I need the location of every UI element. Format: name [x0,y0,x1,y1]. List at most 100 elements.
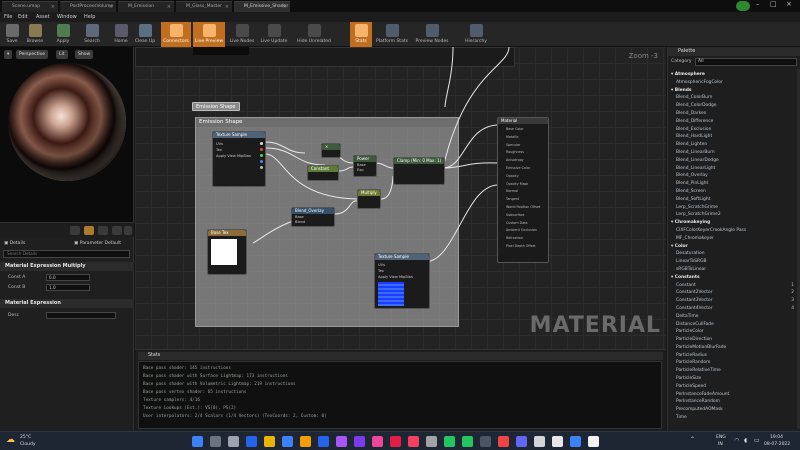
search-button[interactable]: Search [80,22,104,47]
close-icon[interactable]: × [109,4,113,10]
chrome-icon[interactable] [300,436,311,447]
palette-item[interactable]: Blend_Screen [668,188,798,196]
close-window-icon[interactable]: × [786,0,792,8]
material-result-node[interactable]: Material Base Color Metallic Specular Ro… [497,117,549,263]
section-material-expression[interactable]: Material Expression [0,299,134,308]
browse-button[interactable]: Browse [24,22,46,47]
stats-button[interactable]: Stats [350,22,372,47]
edge-icon[interactable] [246,436,257,447]
palette-item[interactable]: Constant 1 [668,282,798,290]
palette-item[interactable]: ParticleDirection [668,336,798,344]
palette-item[interactable]: Blend_PinLight [668,180,798,188]
preview-nodes-button[interactable]: Preview Nodes [414,22,450,47]
premiere-icon[interactable] [336,436,347,447]
palette-item[interactable]: PerInstanceFadeAmount [668,391,798,399]
app-icon-4[interactable] [480,436,491,447]
editor-tab[interactable]: M_Emission × [118,1,174,12]
texture-sample-node-2[interactable]: Texture Sample UVs Tex Apply View MipBia… [374,253,430,309]
close-icon[interactable]: × [167,4,171,10]
palette-item[interactable]: Constant2Vector 2 [668,289,798,297]
palette-category[interactable]: ▾ Blends [668,87,798,95]
teapot-icon[interactable] [124,226,132,235]
language-indicator[interactable]: ENG [716,435,726,440]
palette-item[interactable]: PrecomputedAOMask [668,406,798,414]
palette-item[interactable]: Blend_Exclusion [668,126,798,134]
constant-node[interactable]: Constant [307,165,339,181]
output-pin-g[interactable] [260,154,263,157]
file-explorer-icon[interactable] [264,436,275,447]
region-indicator[interactable]: IN [718,442,723,447]
palette-category[interactable]: ▾ Atmosphere [668,71,798,79]
tray-chevron-icon[interactable]: ⌃ [690,436,695,443]
palette-item[interactable]: AtmosphericFogColor [668,79,798,87]
palette-item[interactable]: sRGBToLinear [668,266,798,274]
show-button[interactable]: Show [75,50,94,59]
editor-tab[interactable]: Scene.umap × [2,1,58,12]
weather-temp[interactable]: 25°C [20,435,31,440]
output-pin-b[interactable] [260,160,263,163]
multiply-node-2[interactable]: Multiply [357,189,381,209]
unreal-icon[interactable] [552,436,563,447]
cube-icon[interactable] [112,226,122,235]
const-b-field[interactable]: 1.0 [46,284,90,291]
stats-tab[interactable]: Stats [138,352,663,360]
clamp-node[interactable]: Clamp (Min: 0 Max: 1) [393,157,445,185]
cylinder-icon[interactable] [70,226,80,235]
close-icon[interactable]: × [51,4,55,10]
palette-item[interactable]: Blend_LinearBurn [668,149,798,157]
hide-unrelated-button[interactable]: Hide Unrelated [292,22,336,47]
details-search-input[interactable]: Search Details [3,250,130,258]
palette-item[interactable]: ParticleSpeed [668,383,798,391]
palette-item[interactable]: Lerp_ScratchGrime2 [668,211,798,219]
search-icon[interactable] [210,436,221,447]
editor-tab[interactable]: PostProcessVolume × [60,1,116,12]
home-button[interactable]: Home [110,22,132,47]
task-view-icon[interactable] [228,436,239,447]
clock-date[interactable]: 08-07-2022 [764,442,790,447]
source-control-icon[interactable] [736,1,750,11]
palette-item[interactable]: Blend_Darken [668,110,798,118]
editor-tab[interactable]: M_Glass_Master × [176,1,232,12]
palette-item[interactable]: Desaturation [668,250,798,258]
palette-item[interactable]: Blend_LinearDodge [668,157,798,165]
apply-button[interactable]: Apply [52,22,74,47]
texture-sample-node[interactable]: Texture Sample UVs Tex Apply View MipBia… [212,131,266,187]
blend-overlay-node[interactable]: Blend_Overlay Base Blend [291,207,335,227]
connectors-button[interactable]: Connectors [161,22,191,47]
app-icon-3[interactable] [426,436,437,447]
power-node[interactable]: Power Base Exp [353,155,377,177]
palette-category[interactable]: ▾ Color [668,243,798,251]
maximize-icon[interactable]: □ [770,0,777,8]
minimize-icon[interactable]: – [756,0,760,8]
platform-stats-button[interactable]: Platform Stats [373,22,411,47]
app-icon[interactable] [372,436,383,447]
output-pin-a[interactable] [260,166,263,169]
app-icon-5[interactable] [498,436,509,447]
live-update-button[interactable]: Live Update [259,22,289,47]
base-tex-node[interactable]: Base Tex [207,229,247,275]
lit-button[interactable]: Lit [56,50,68,59]
close-icon[interactable]: × [283,4,287,10]
menu-help[interactable]: Help [84,12,95,22]
menu-window[interactable]: Window [57,12,77,22]
perspective-button[interactable]: Perspective [16,50,49,59]
xd-icon[interactable] [408,436,419,447]
tab-details[interactable]: ▣ Details [4,239,25,248]
palette-item[interactable]: DeltaTime [668,313,798,321]
photoshop-icon[interactable] [318,436,329,447]
palette-item[interactable]: Blend_ColorBurn [668,94,798,102]
app-icon-2[interactable] [390,436,401,447]
mail-icon[interactable] [282,436,293,447]
close-icon[interactable]: × [225,4,229,10]
weather-desc[interactable]: Cloudy [20,442,36,447]
vscode-icon[interactable] [570,436,581,447]
palette-item[interactable]: ParticleRandom [668,359,798,367]
palette-item[interactable]: Constant3Vector 3 [668,297,798,305]
palette-item[interactable]: Time [668,414,798,422]
menu-file[interactable]: File [4,12,12,22]
palette-item[interactable]: Lerp_ScratchGrime [668,204,798,212]
palette-item[interactable]: Blend_ColorDodge [668,102,798,110]
palette-item[interactable]: ParticleMotionBlurFade [668,344,798,352]
palette-item[interactable]: Blend_LinearLight [668,165,798,173]
palette-item[interactable]: PerInstanceRandom [668,398,798,406]
